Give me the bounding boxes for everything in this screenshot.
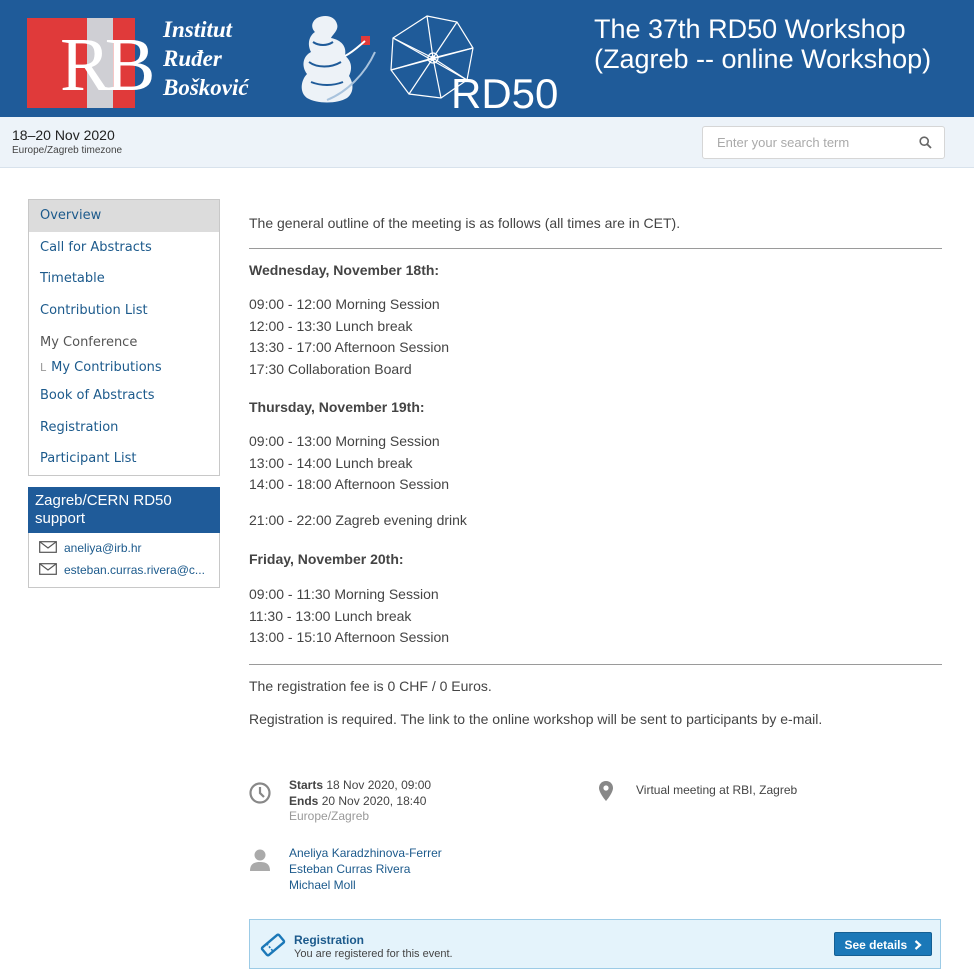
menu-item-contribution-list[interactable]: Contribution List xyxy=(29,295,219,327)
rd50-logo-text: RD50 xyxy=(451,70,558,116)
clock-icon xyxy=(249,782,271,804)
event-title-line-1: The 37th RD50 Workshop xyxy=(594,14,906,44)
search-input[interactable] xyxy=(703,127,917,158)
institute-name[interactable]: Institut Ruđer Bošković xyxy=(163,15,249,102)
divider-top xyxy=(249,248,942,249)
event-title-line-2: (Zagreb -- online Workshop) xyxy=(594,44,932,74)
registration-status-box: Registration You are registered for this… xyxy=(249,919,941,969)
schedule-line: 13:00 - 14:00 Lunch break xyxy=(249,454,413,471)
schedule-wednesday: 09:00 - 12:00 Morning Session 12:00 - 13… xyxy=(249,294,449,380)
page-header: RB Institut Ruđer Bošković RD50 The 37th… xyxy=(0,0,974,117)
day-heading-wednesday: Wednesday, November 18th: xyxy=(249,262,440,278)
submenu-bracket: L xyxy=(40,361,47,374)
rd50-logo-icon: RD50 xyxy=(390,15,558,116)
institute-name-line-3: Bošković xyxy=(163,75,249,100)
schedule-line: 13:30 - 17:00 Afternoon Session xyxy=(249,339,450,355)
event-start: Starts 18 Nov 2020, 09:00 xyxy=(289,778,431,794)
event-time-zone: Europe/Zagreb xyxy=(289,809,370,823)
schedule-thursday: 09:00 - 13:00 Morning Session 13:00 - 14… xyxy=(249,431,449,496)
schedule-friday: 09:00 - 11:30 Morning Session 11:30 - 13… xyxy=(249,584,449,649)
location-pin-icon xyxy=(599,781,613,801)
chairperson-link[interactable]: Aneliya Karadzhinova-Ferrer xyxy=(289,845,442,861)
see-details-label: See details xyxy=(844,938,908,952)
support-email-2-text: esteban.curras.rivera@c... xyxy=(64,563,205,577)
schedule-line: 17:30 Collaboration Board xyxy=(249,360,412,377)
intro-text: The general outline of the meeting is as… xyxy=(249,215,681,231)
divider-bottom xyxy=(249,664,942,665)
day-heading-thursday: Thursday, November 19th: xyxy=(249,399,425,415)
day-heading-friday: Friday, November 20th: xyxy=(249,551,404,567)
schedule-line: 14:00 - 18:00 Afternoon Session xyxy=(249,476,450,492)
event-timezone: Europe/Zagreb timezone xyxy=(12,145,123,156)
institute-name-line-1: Institut xyxy=(163,17,233,42)
starts-label: Starts xyxy=(289,778,324,792)
schedule-line: 09:00 - 11:30 Morning Session xyxy=(249,586,439,602)
mail-icon xyxy=(39,563,57,575)
event-location: Virtual meeting at RBI, Zagreb xyxy=(636,783,798,797)
schedule-line: 09:00 - 13:00 Morning Session xyxy=(249,433,440,449)
mail-icon xyxy=(39,541,57,553)
registration-required-text: Registration is required. The link to th… xyxy=(249,711,823,727)
event-menu: Overview Call for Abstracts Timetable Co… xyxy=(28,199,220,476)
schedule-line: 11:30 - 13:00 Lunch break xyxy=(249,607,412,624)
schedule-line: 09:00 - 12:00 Morning Session xyxy=(249,296,440,312)
schedule-evening-drink: 21:00 - 22:00 Zagreb evening drink xyxy=(249,512,467,528)
person-icon xyxy=(250,849,270,871)
registration-title: Registration xyxy=(294,933,365,947)
support-email-2[interactable]: esteban.curras.rivera@c... xyxy=(29,559,219,581)
chairperson-link[interactable]: Esteban Curras Rivera xyxy=(289,861,442,877)
support-email-1-text: aneliya@irb.hr xyxy=(64,541,142,555)
event-chairpersons: Aneliya Karadzhinova-Ferrer Esteban Curr… xyxy=(289,845,442,893)
see-details-button[interactable]: See details xyxy=(834,932,932,956)
menu-item-my-contributions-label: My Contributions xyxy=(51,360,162,375)
support-title: Zagreb/CERN RD50 support xyxy=(28,487,220,533)
schedule-line: 12:00 - 13:30 Lunch break xyxy=(249,317,413,334)
event-end: Ends 20 Nov 2020, 18:40 xyxy=(289,794,431,810)
support-box: Zagreb/CERN RD50 support aneliya@irb.hr … xyxy=(28,487,220,588)
ends-value: 20 Nov 2020, 18:40 xyxy=(321,793,427,808)
event-times: Starts 18 Nov 2020, 09:00 Ends 20 Nov 20… xyxy=(289,778,431,825)
menu-item-overview[interactable]: Overview xyxy=(29,200,219,232)
support-email-1[interactable]: aneliya@irb.hr xyxy=(29,537,219,559)
chevron-right-icon xyxy=(914,940,922,950)
search-icon[interactable] xyxy=(919,136,932,149)
ends-label: Ends xyxy=(289,793,319,808)
support-contacts: aneliya@irb.hr esteban.curras.rivera@c..… xyxy=(28,533,220,588)
search-box xyxy=(702,126,945,159)
event-info-bar: 18–20 Nov 2020 Europe/Zagreb timezone xyxy=(0,117,974,168)
menu-item-call-for-abstracts[interactable]: Call for Abstracts xyxy=(29,232,219,264)
registration-fee-text: The registration fee is 0 CHF / 0 Euros. xyxy=(249,678,492,694)
statue-logo-icon xyxy=(301,16,376,103)
chairperson-link[interactable]: Michael Moll xyxy=(289,877,442,893)
event-title[interactable]: The 37th RD50 Workshop (Zagreb -- online… xyxy=(594,14,964,74)
ticket-icon xyxy=(260,933,286,957)
event-dates: 18–20 Nov 2020 xyxy=(12,127,115,143)
menu-item-my-conference[interactable]: My Conference xyxy=(29,326,219,356)
irb-logo-letters[interactable]: RB xyxy=(60,23,155,108)
menu-item-my-contributions[interactable]: L My Contributions xyxy=(29,356,219,380)
institute-name-line-2: Ruđer xyxy=(163,46,222,71)
menu-item-registration[interactable]: Registration xyxy=(29,412,219,444)
menu-item-book-of-abstracts[interactable]: Book of Abstracts xyxy=(29,380,219,412)
menu-item-participant-list[interactable]: Participant List xyxy=(29,443,219,475)
menu-item-timetable[interactable]: Timetable xyxy=(29,263,219,295)
schedule-line: 13:00 - 15:10 Afternoon Session xyxy=(249,629,450,645)
registration-status: You are registered for this event. xyxy=(294,948,453,960)
starts-value: 18 Nov 2020, 09:00 xyxy=(326,778,432,792)
